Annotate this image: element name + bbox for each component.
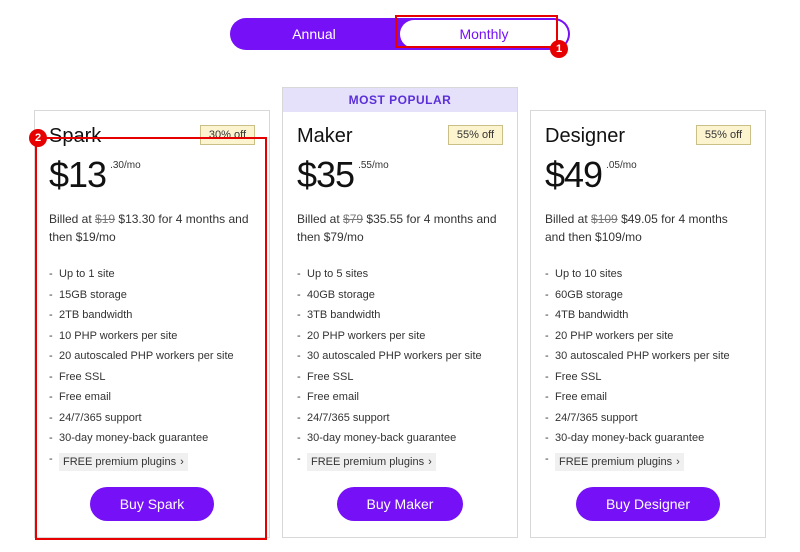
list-item: Up to 5 sites [297, 264, 503, 285]
list-item: 15GB storage [49, 285, 255, 306]
list-item: 4TB bandwidth [545, 305, 751, 326]
feature-list: Up to 5 sites 40GB storage 3TB bandwidth… [297, 264, 503, 473]
plan-name: Spark [49, 125, 101, 148]
buy-spark-button[interactable]: Buy Spark [90, 487, 215, 521]
list-item: 30 autoscaled PHP workers per site [297, 346, 503, 367]
premium-plugins-link[interactable]: FREE premium plugins › [555, 453, 684, 472]
chevron-right-icon: › [428, 454, 432, 471]
list-item: 24/7/365 support [545, 408, 751, 429]
billing-text: Billed at $109 $49.05 for 4 months and t… [545, 210, 751, 246]
list-item: 40GB storage [297, 285, 503, 306]
plan-name: Maker [297, 125, 353, 148]
billing-prefix: Billed at [545, 212, 591, 226]
list-item: 20 PHP workers per site [545, 326, 751, 347]
list-item: Free email [297, 387, 503, 408]
price-main: $35 [297, 154, 354, 196]
price-sub: .05/mo [606, 160, 637, 171]
feature-list: Up to 1 site 15GB storage 2TB bandwidth … [49, 264, 255, 473]
list-item: 30-day money-back guarantee [545, 428, 751, 449]
list-item: Up to 10 sites [545, 264, 751, 285]
premium-plugins-link[interactable]: FREE premium plugins › [59, 453, 188, 472]
billing-toggle: Annual Monthly [0, 0, 800, 50]
price-main: $13 [49, 154, 106, 196]
list-item: FREE premium plugins › [545, 449, 751, 474]
discount-badge: 30% off [200, 125, 255, 145]
list-item: 30 autoscaled PHP workers per site [545, 346, 751, 367]
list-item: Free email [545, 387, 751, 408]
chevron-right-icon: › [676, 454, 680, 471]
buy-maker-button[interactable]: Buy Maker [337, 487, 464, 521]
list-item: 3TB bandwidth [297, 305, 503, 326]
plan-spark: Spark 30% off $13 .30/mo Billed at $19 $… [34, 110, 270, 538]
list-item: 24/7/365 support [49, 408, 255, 429]
buy-designer-button[interactable]: Buy Designer [576, 487, 720, 521]
chevron-right-icon: › [180, 454, 184, 471]
list-item: 20 autoscaled PHP workers per site [49, 346, 255, 367]
price-main: $49 [545, 154, 602, 196]
list-item: Free SSL [545, 367, 751, 388]
list-item: 30-day money-back guarantee [297, 428, 503, 449]
plugin-label: FREE premium plugins [63, 454, 176, 471]
list-item: FREE premium plugins › [297, 449, 503, 474]
premium-plugins-link[interactable]: FREE premium plugins › [307, 453, 436, 472]
list-item: 30-day money-back guarantee [49, 428, 255, 449]
billing-text: Billed at $19 $13.30 for 4 months and th… [49, 210, 255, 246]
plan-maker: MOST POPULAR Maker 55% off $35 .55/mo Bi… [282, 110, 518, 538]
billing-text: Billed at $79 $35.55 for 4 months and th… [297, 210, 503, 246]
list-item: FREE premium plugins › [49, 449, 255, 474]
discount-badge: 55% off [448, 125, 503, 145]
billing-prefix: Billed at [297, 212, 343, 226]
billing-strike: $19 [95, 212, 115, 226]
price-sub: .30/mo [110, 160, 141, 171]
price-sub: .55/mo [358, 160, 389, 171]
plugin-label: FREE premium plugins [311, 454, 424, 471]
list-item: 60GB storage [545, 285, 751, 306]
list-item: Free SSL [297, 367, 503, 388]
list-item: Up to 1 site [49, 264, 255, 285]
list-item: 20 PHP workers per site [297, 326, 503, 347]
billing-toggle-track: Annual Monthly [230, 18, 570, 50]
feature-list: Up to 10 sites 60GB storage 4TB bandwidt… [545, 264, 751, 473]
plan-designer: Designer 55% off $49 .05/mo Billed at $1… [530, 110, 766, 538]
list-item: Free email [49, 387, 255, 408]
plan-name: Designer [545, 125, 625, 148]
plugin-label: FREE premium plugins [559, 454, 672, 471]
toggle-annual[interactable]: Annual [230, 20, 398, 48]
list-item: 10 PHP workers per site [49, 326, 255, 347]
list-item: 24/7/365 support [297, 408, 503, 429]
toggle-monthly[interactable]: Monthly [400, 20, 568, 48]
billing-strike: $109 [591, 212, 618, 226]
billing-prefix: Billed at [49, 212, 95, 226]
list-item: 2TB bandwidth [49, 305, 255, 326]
most-popular-badge: MOST POPULAR [282, 87, 518, 112]
pricing-plans: Spark 30% off $13 .30/mo Billed at $19 $… [0, 110, 800, 538]
list-item: Free SSL [49, 367, 255, 388]
discount-badge: 55% off [696, 125, 751, 145]
billing-strike: $79 [343, 212, 363, 226]
